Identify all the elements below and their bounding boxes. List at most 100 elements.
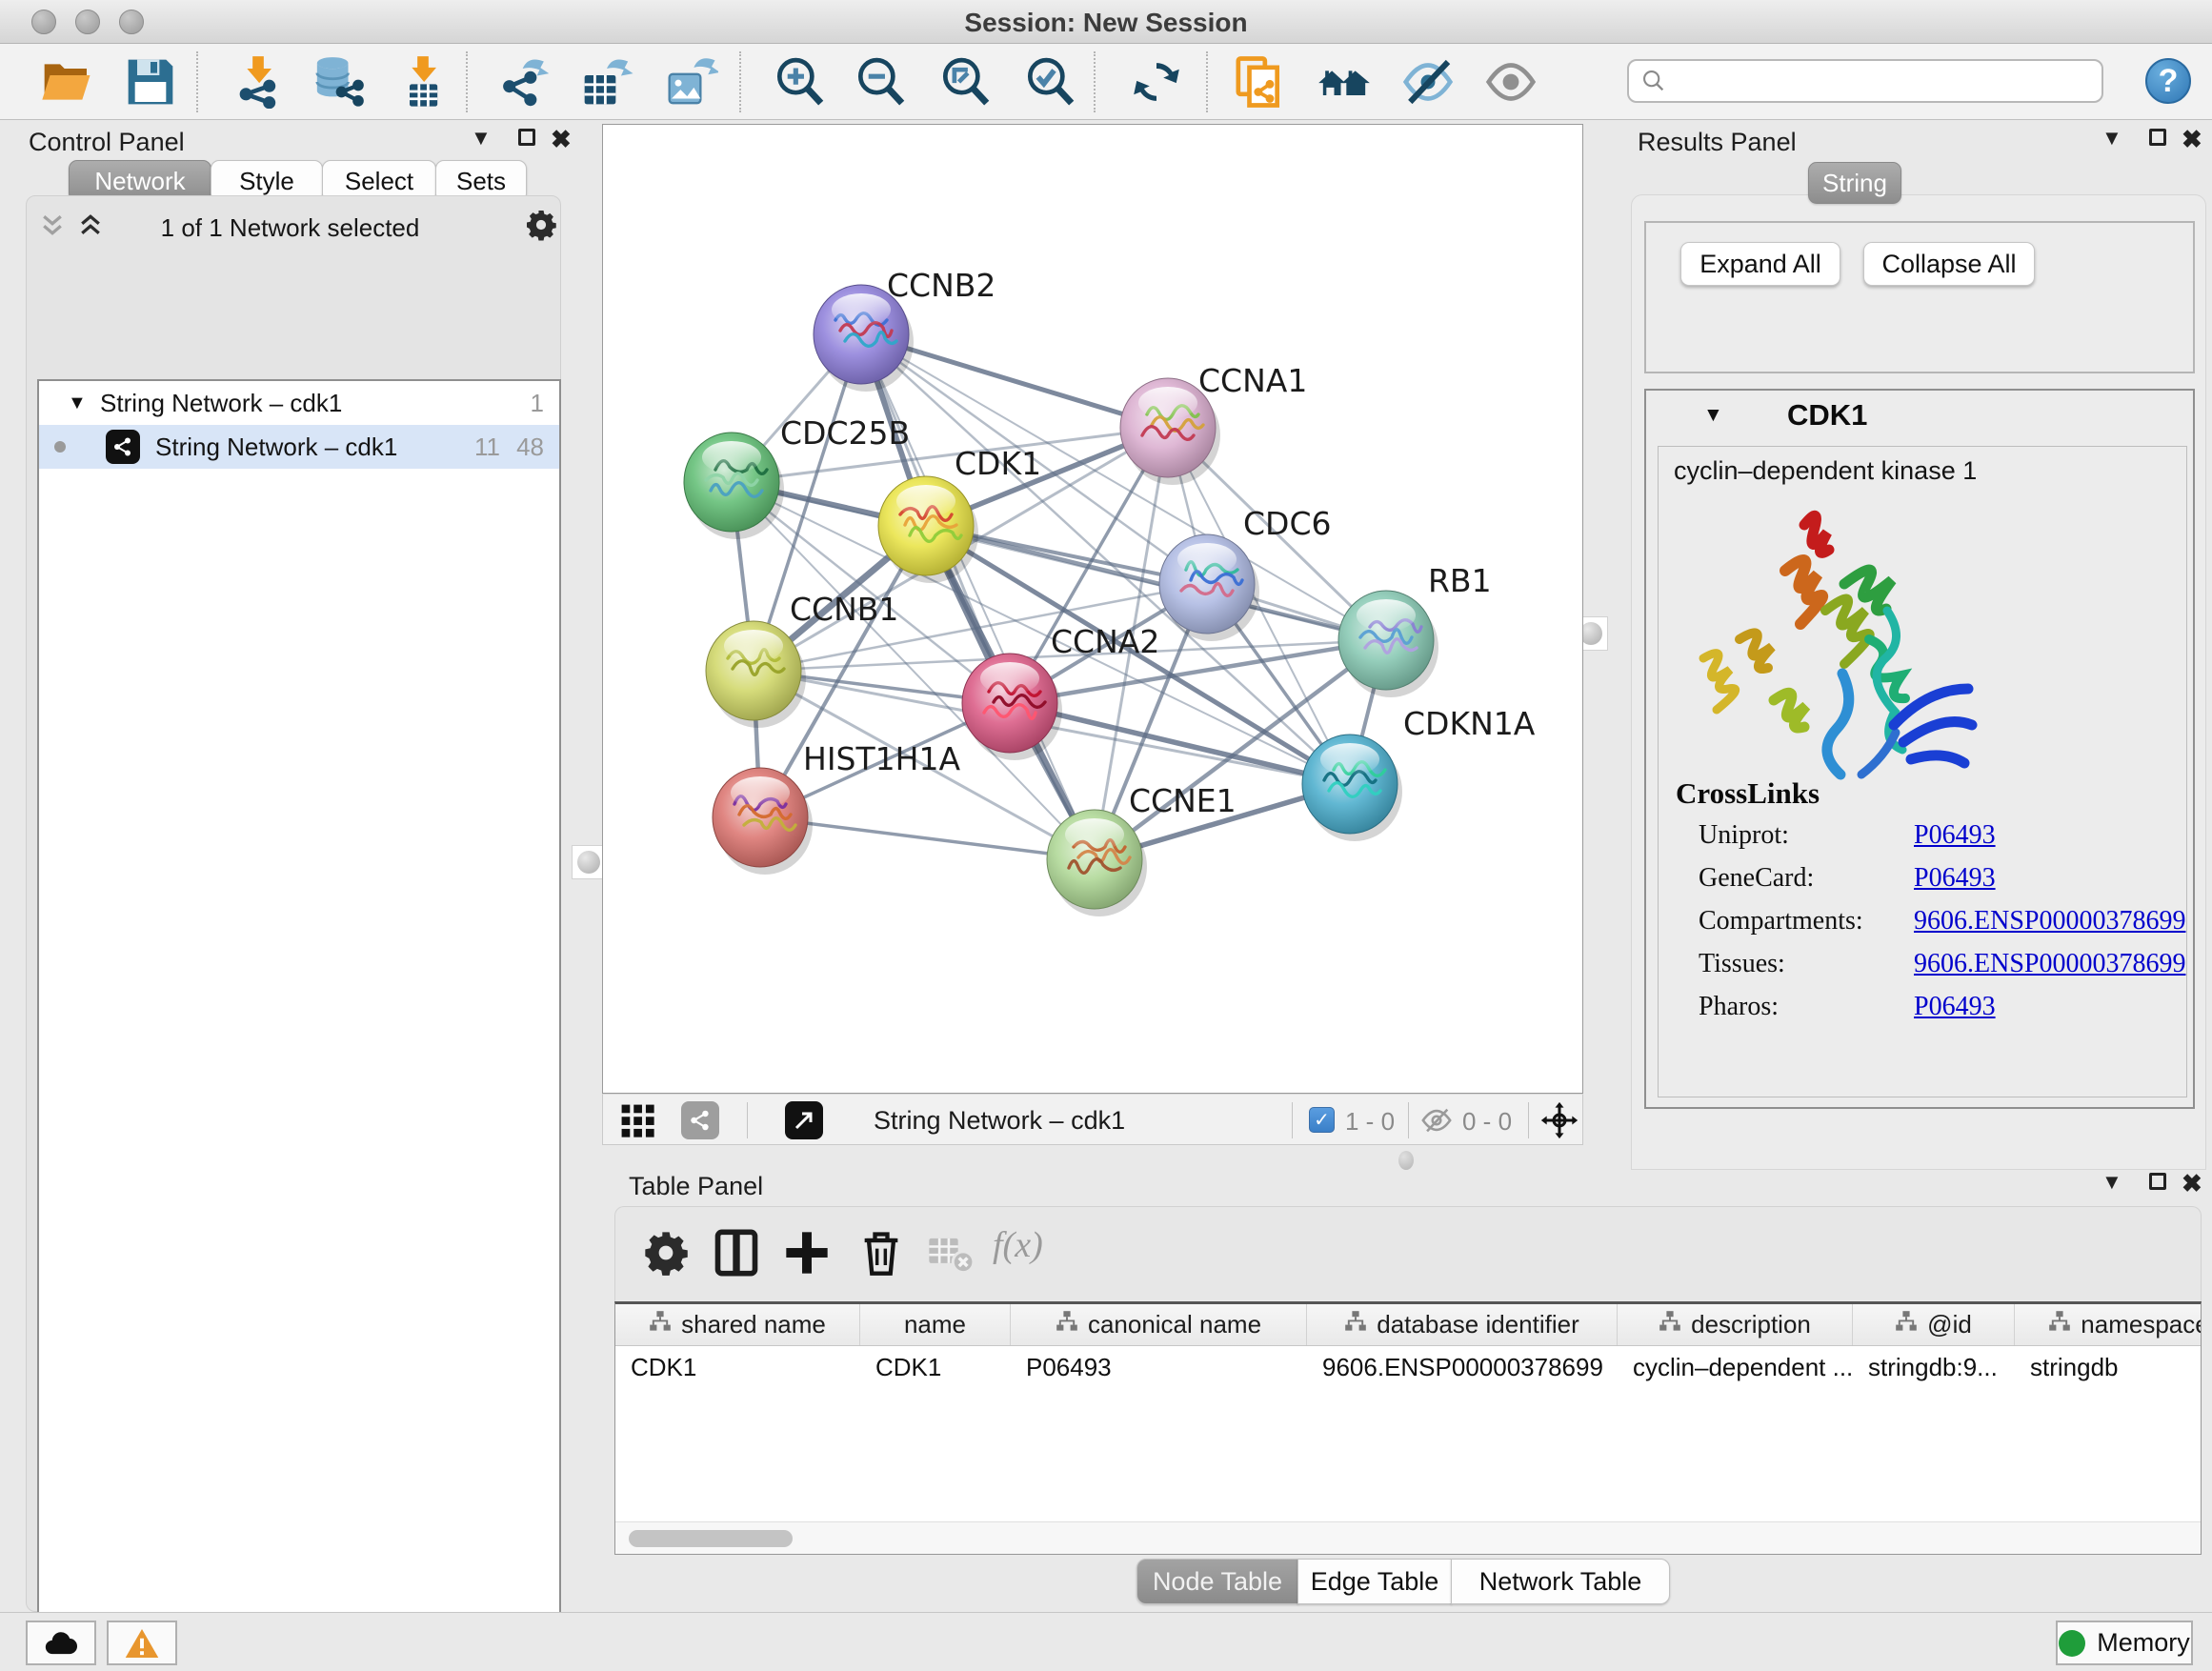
protein-expander-icon[interactable]: ▼ [1703,404,1723,427]
node-CDC6[interactable] [1159,534,1259,641]
network-node-count: 11 [474,433,500,462]
hide-selected-icon[interactable] [1401,55,1455,109]
control-panel-close-icon[interactable]: ✖ [551,127,572,151]
birds-eye-view-icon[interactable] [620,1103,656,1144]
export-image-icon[interactable] [665,55,718,109]
crosslink-label: Tissues: [1699,949,1785,978]
column-header-description[interactable]: description [1618,1304,1853,1345]
node-CDKN1A[interactable] [1302,735,1402,841]
protein-structure-image [1682,496,1997,811]
network-canvas[interactable]: CCNB2CCNA1CDC25BCDK1CDC6RB1CCNB1CCNA2CDK… [602,124,1583,1094]
import-table-icon[interactable] [396,55,450,109]
cell-shared-name[interactable]: CDK1 [615,1353,860,1382]
column-label: description [1691,1310,1811,1339]
nav-separator [747,1102,748,1138]
cell-canonical-name[interactable]: P06493 [1011,1353,1307,1382]
zoom-selected-icon[interactable] [1024,55,1077,109]
cell-name[interactable]: CDK1 [860,1353,1011,1382]
column-header--id[interactable]: @id [1853,1304,2015,1345]
layout-refresh-icon[interactable] [1130,55,1183,109]
network-row-selected[interactable]: String Network – cdk1 11 48 [39,425,559,469]
collapse-all-button[interactable]: Collapse All [1863,242,2035,286]
create-column-icon[interactable] [782,1228,832,1278]
crosslink-link[interactable]: P06493 [1914,863,1996,894]
collection-expander-icon[interactable]: ▼ [68,393,87,414]
open-session-icon[interactable] [40,55,93,109]
tab-string[interactable]: String [1808,162,1901,204]
cell--id[interactable]: stringdb:9... [1853,1353,2015,1382]
column-header-shared-name[interactable]: shared name [615,1304,860,1345]
table-panel-close-icon[interactable]: ✖ [2182,1171,2202,1196]
search-input[interactable] [1667,67,2077,96]
tab-edge-table[interactable]: Edge Table [1297,1559,1452,1604]
warnings-button[interactable] [107,1621,177,1665]
scrollbar-thumb[interactable] [629,1530,793,1547]
cell-database-identifier[interactable]: 9606.ENSP00000378699 [1307,1353,1618,1382]
cell-namespace[interactable]: stringdb [2015,1353,2202,1382]
table-settings-gear-icon[interactable] [641,1228,691,1278]
show-all-icon[interactable] [1484,55,1538,109]
clone-network-icon[interactable] [1233,55,1286,109]
network-collection-row[interactable]: ▼ String Network – cdk1 1 [39,381,559,425]
network-type-icon[interactable] [681,1101,719,1139]
delete-table-icon [925,1228,975,1278]
control-panel-float-icon[interactable] [518,129,535,146]
expand-all-button[interactable]: Expand All [1680,242,1840,286]
cell-description[interactable]: cyclin–dependent ... [1618,1353,1853,1382]
window-titlebar: Session: New Session [0,0,2212,44]
node-label-CCNB2: CCNB2 [887,267,995,304]
zoom-out-icon[interactable] [855,55,908,109]
table-panel-splitter-handle[interactable] [1398,1151,1414,1170]
crosslink-link[interactable]: P06493 [1914,820,1996,851]
table-panel-collapse-icon[interactable]: ▼ [2101,1170,2122,1195]
node-CCNA2[interactable] [962,654,1062,760]
node-CDC25B[interactable] [684,433,784,539]
help-icon[interactable]: ? [2145,58,2191,104]
control-panel-collapse-icon[interactable]: ▼ [471,126,492,151]
open-in-window-icon[interactable] [785,1101,823,1139]
node-CCNE1[interactable] [1047,810,1147,916]
network-edge-count: 48 [516,433,544,462]
node-table[interactable]: shared namenamecanonical namedatabase id… [614,1301,2202,1555]
results-panel-float-icon[interactable] [2149,129,2166,146]
save-session-icon[interactable] [124,55,177,109]
export-table-icon[interactable] [580,55,633,109]
table-horizontal-scrollbar[interactable] [615,1521,2201,1554]
tab-node-table[interactable]: Node Table [1136,1559,1298,1604]
column-header-namespace[interactable]: namespace [2015,1304,2202,1345]
column-header-canonical-name[interactable]: canonical name [1011,1304,1307,1345]
node-RB1[interactable] [1338,591,1438,697]
table-row[interactable]: CDK1CDK1P064939606.ENSP00000378699cyclin… [615,1346,2201,1388]
table-panel-float-icon[interactable] [2149,1173,2166,1190]
collection-count: 1 [531,389,544,418]
attribute-type-icon [1895,1310,1918,1339]
crosslink-link[interactable]: 9606.ENSP00000378699 [1914,949,2185,979]
nav-separator [1528,1102,1529,1138]
tab-network-table[interactable]: Network Table [1451,1559,1670,1604]
import-network-file-icon[interactable] [231,55,285,109]
results-panel-collapse-icon[interactable]: ▼ [2101,126,2122,151]
delete-column-trash-icon[interactable] [856,1228,906,1278]
string-network-graph[interactable]: CCNB2CCNA1CDC25BCDK1CDC6RB1CCNB1CCNA2CDK… [603,125,1584,1095]
show-columns-icon[interactable] [712,1228,761,1278]
first-neighbors-icon[interactable] [1317,55,1371,109]
zoom-in-icon[interactable] [774,55,827,109]
zoom-fit-icon[interactable] [939,55,993,109]
column-header-database-identifier[interactable]: database identifier [1307,1304,1618,1345]
export-network-icon[interactable] [498,55,552,109]
fit-content-crosshair-icon[interactable] [1540,1101,1579,1144]
collection-label: String Network – cdk1 [100,389,342,418]
selected-checkbox-icon[interactable]: ✓ [1309,1107,1335,1133]
crosslink-link[interactable]: 9606.ENSP00000378699 [1914,906,2185,936]
memory-button[interactable]: Memory [2056,1621,2193,1665]
node-CDK1[interactable] [878,476,978,583]
column-header-name[interactable]: name [860,1304,1011,1345]
cloud-status-button[interactable] [26,1621,96,1665]
crosslink-link[interactable]: P06493 [1914,992,1996,1022]
network-options-gear-icon[interactable] [524,208,558,247]
control-panel-splitter-handle[interactable] [572,845,606,879]
import-network-database-icon[interactable] [312,55,365,109]
nav-separator [1292,1102,1293,1138]
node-HIST1H1A[interactable] [713,768,813,875]
results-panel-close-icon[interactable]: ✖ [2182,127,2202,151]
